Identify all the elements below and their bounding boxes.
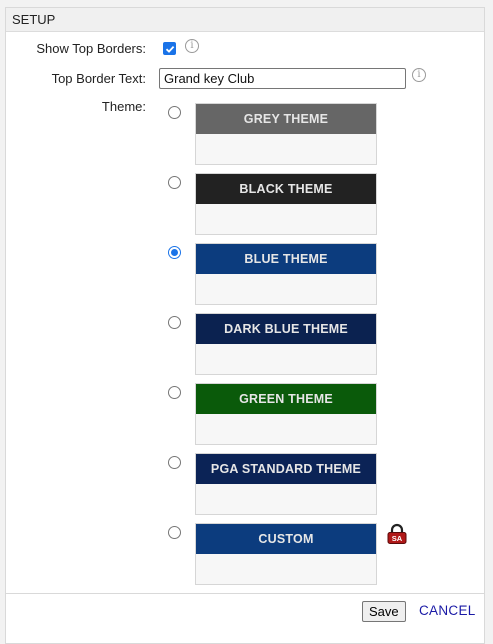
theme-radio[interactable] (168, 316, 181, 329)
checkmark-icon (165, 45, 174, 53)
theme-radio[interactable] (168, 106, 181, 119)
theme-swatch[interactable]: CUSTOM (195, 523, 377, 585)
theme-radio[interactable] (168, 386, 181, 399)
show-top-borders-row: Show Top Borders: i (6, 39, 484, 59)
theme-swatch[interactable]: GREY THEME (195, 103, 377, 165)
theme-swatch-bar: BLACK THEME (196, 174, 376, 204)
theme-swatch-bar: BLUE THEME (196, 244, 376, 274)
theme-swatch[interactable]: DARK BLUE THEME (195, 313, 377, 375)
form-footer: Save CANCEL (6, 593, 484, 622)
panel-title: SETUP (6, 8, 484, 32)
info-icon[interactable]: i (185, 39, 199, 53)
theme-swatch-bar: CUSTOM (196, 524, 376, 554)
theme-label: Theme: (101, 99, 146, 114)
theme-swatch-bar: GREEN THEME (196, 384, 376, 414)
top-border-text-input[interactable] (159, 68, 406, 89)
lock-sa-icon: SA (387, 523, 407, 544)
lock-badge-text: SA (392, 534, 403, 543)
theme-swatch-bar: GREY THEME (196, 104, 376, 134)
theme-radio[interactable] (168, 176, 181, 189)
theme-radio[interactable] (168, 526, 181, 539)
save-button[interactable]: Save (362, 601, 406, 622)
theme-swatch-bar: DARK BLUE THEME (196, 314, 376, 344)
theme-swatch-bar: PGA STANDARD THEME (196, 454, 376, 484)
cancel-link[interactable]: CANCEL (419, 603, 476, 618)
theme-swatch[interactable]: BLUE THEME (195, 243, 377, 305)
info-icon[interactable]: i (412, 68, 426, 82)
theme-radio[interactable] (168, 246, 181, 259)
setup-panel: SETUP Show Top Borders: i Top Border Tex… (5, 7, 485, 644)
show-top-borders-label: Show Top Borders: (36, 41, 146, 56)
theme-swatch[interactable]: GREEN THEME (195, 383, 377, 445)
theme-swatch[interactable]: BLACK THEME (195, 173, 377, 235)
theme-swatch[interactable]: PGA STANDARD THEME (195, 453, 377, 515)
top-border-text-label: Top Border Text: (51, 71, 146, 86)
top-border-text-row: Top Border Text: i (6, 68, 484, 90)
theme-radio[interactable] (168, 456, 181, 469)
show-top-borders-checkbox[interactable] (163, 42, 176, 55)
